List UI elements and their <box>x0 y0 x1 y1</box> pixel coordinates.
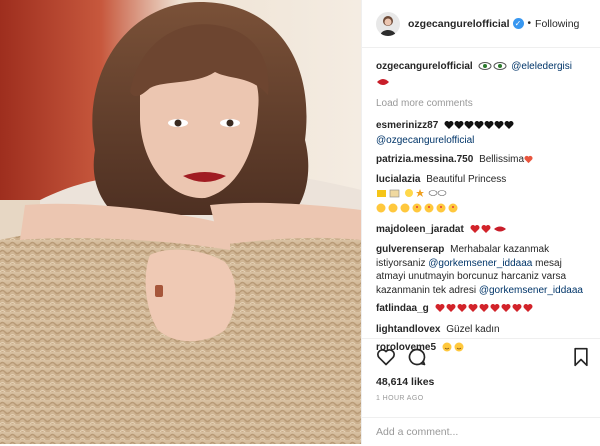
eyes-emoji-icon <box>478 61 508 76</box>
verified-badge-icon: ✓ <box>512 18 524 29</box>
comments-list: ozgecangurelofficial @eleledergisi Load … <box>376 60 590 362</box>
post-side-panel: ozgecangurelofficial ✓ • Following ozgec… <box>361 0 600 444</box>
comment-username[interactable]: lucialazia <box>376 174 420 185</box>
post-photo[interactable] <box>0 0 361 444</box>
avatar-image <box>376 11 400 36</box>
red-hearts-emoji-icon <box>435 303 539 318</box>
comment-item: esmerinizz87 @ozgecangurelofficial <box>376 119 590 148</box>
caption-mention[interactable]: @eleledergisi <box>511 61 572 72</box>
following-button[interactable]: Following <box>535 18 579 30</box>
comment-item: lightandlovex Güzel kadın <box>376 323 590 337</box>
heart-outline-icon[interactable] <box>376 347 396 367</box>
profile-avatar[interactable] <box>376 11 400 36</box>
add-comment-input[interactable] <box>376 426 576 438</box>
comment-bubble-icon[interactable] <box>407 347 427 367</box>
add-comment-bar <box>362 417 600 443</box>
comment-text: Beautiful Princess <box>426 174 507 185</box>
post-timestamp[interactable]: 1 HOUR AGO <box>376 395 424 402</box>
comment-username[interactable]: patrizia.messina.750 <box>376 154 473 165</box>
bookmark-icon[interactable] <box>572 347 590 367</box>
comment-item: majdoleen_jaradat <box>376 223 590 239</box>
comment-text: Bellissima <box>479 153 525 165</box>
comment-mention[interactable]: @gorkemsener_iddaaa <box>479 285 583 296</box>
lips-emoji-icon <box>376 77 390 92</box>
profile-username[interactable]: ozgecangurelofficial <box>408 18 510 30</box>
comment-text: Güzel kadın <box>446 323 500 335</box>
header-separator: • <box>527 18 532 29</box>
hearts-lips-emoji-icon <box>470 224 512 239</box>
post-header: ozgecangurelofficial ✓ • Following <box>362 0 600 48</box>
mixed-emoji-icon <box>376 188 464 203</box>
woman-on-sofa-image <box>0 0 361 444</box>
load-more-comments-link[interactable]: Load more comments <box>376 97 590 111</box>
comment-item: fatlindaa_g <box>376 302 590 318</box>
comment-item: lucialazia Beautiful Princess <box>376 173 590 218</box>
comment-username[interactable]: lightandlovex <box>376 324 440 335</box>
smiley-faces-emoji-icon <box>376 203 476 218</box>
comment-item: patrizia.messina.750 Bellissima <box>376 153 590 169</box>
comment-username[interactable]: esmerinizz87 <box>376 120 438 131</box>
comment-item: gulverenserap Merhabalar kazanmak istiyo… <box>376 243 590 297</box>
comment-username[interactable]: majdoleen_jaradat <box>376 224 464 235</box>
comment-username[interactable]: gulverenserap <box>376 244 444 255</box>
caption-username[interactable]: ozgecangurelofficial <box>376 61 473 72</box>
action-icons-row <box>376 347 591 371</box>
instagram-post: ozgecangurelofficial ✓ • Following ozgec… <box>0 0 600 444</box>
likes-count[interactable]: 48,614 likes <box>376 376 434 388</box>
post-actions: 48,614 likes 1 HOUR AGO <box>362 338 600 442</box>
comment-mention[interactable]: @gorkemsener_iddaaa <box>428 258 532 269</box>
black-hearts-emoji-icon <box>444 120 522 135</box>
heart-emoji-icon <box>524 155 533 169</box>
caption: ozgecangurelofficial @eleledergisi <box>376 60 590 91</box>
comment-username[interactable]: fatlindaa_g <box>376 303 429 314</box>
comment-mention[interactable]: @ozgecangurelofficial <box>376 135 474 146</box>
